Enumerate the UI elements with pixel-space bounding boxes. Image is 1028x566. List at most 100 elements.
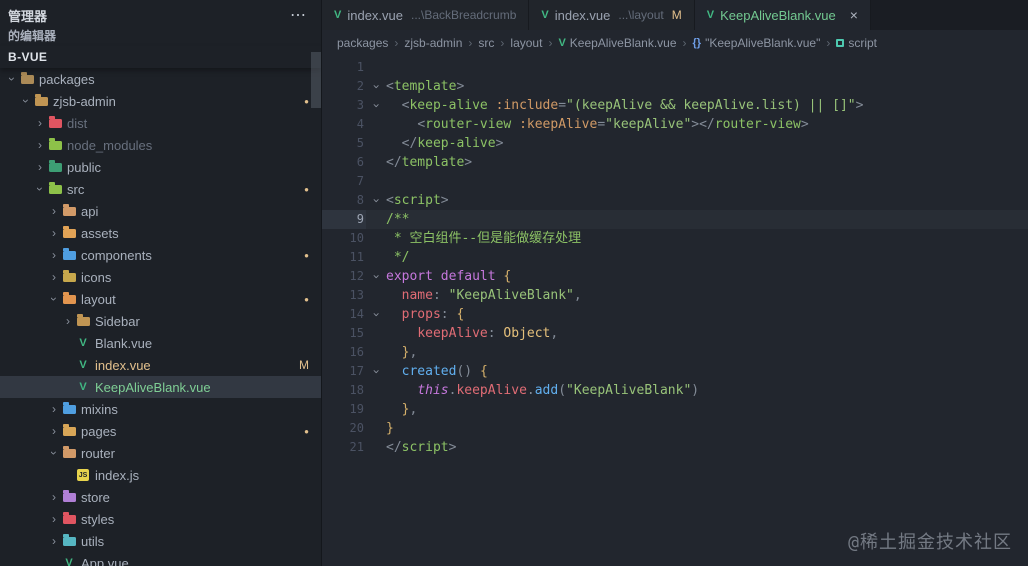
tree-item-pages[interactable]: › pages ●: [0, 420, 321, 442]
folder-shape: [48, 137, 62, 150]
tab-description: ...\BackBreadcrumb: [411, 8, 517, 22]
code-line-10[interactable]: 10 * 空白组件--但是能做缓存处理: [322, 229, 1028, 248]
tree-item-Sidebar[interactable]: › Sidebar: [0, 310, 321, 332]
folder-icon: [60, 200, 78, 222]
tree-item-components[interactable]: › components ●: [0, 244, 321, 266]
folder-icon: [60, 244, 78, 266]
code-line-6[interactable]: 6 </template>: [322, 153, 1028, 172]
tree-item-utils[interactable]: › utils: [0, 530, 321, 552]
tree-item-label: assets: [81, 225, 119, 241]
tree-item-Blank.vue[interactable]: V Blank.vue: [0, 332, 321, 354]
breadcrumb-label: zjsb-admin: [404, 36, 463, 50]
code-line-12[interactable]: 12 › export default {: [322, 267, 1028, 286]
editor[interactable]: 1 2 › <template> 3 › <keep-alive :include="(k…: [322, 56, 1028, 566]
fold-chevron-icon[interactable]: ›: [366, 191, 386, 210]
fold-chevron-icon[interactable]: ›: [366, 362, 386, 381]
breadcrumb-item[interactable]: zjsb-admin: [404, 36, 462, 50]
code-line-7[interactable]: 7: [322, 172, 1028, 191]
tree-item-packages[interactable]: › packages: [0, 68, 321, 90]
code-line-5[interactable]: 5 </keep-alive>: [322, 134, 1028, 153]
tree-item-router[interactable]: › router: [0, 442, 321, 464]
tree-item-mixins[interactable]: › mixins: [0, 398, 321, 420]
open-editors-section[interactable]: 的编辑器: [0, 26, 321, 46]
code-line-8[interactable]: 8 › <script>: [322, 191, 1028, 210]
line-number: 17: [349, 364, 364, 378]
code-line-21[interactable]: 21 </script>: [322, 438, 1028, 457]
tree-item-styles[interactable]: › styles: [0, 508, 321, 530]
breadcrumb-separator-icon: ›: [682, 36, 687, 50]
fold-chevron-icon[interactable]: ›: [366, 305, 386, 324]
vue-icon: V: [706, 9, 715, 21]
tree-item-icons[interactable]: › icons: [0, 266, 321, 288]
tab-index.vue[interactable]: Vindex.vue ...\BackBreadcrumb: [322, 0, 530, 30]
code-line-20[interactable]: 20}: [322, 419, 1028, 438]
line-number: 9: [322, 210, 366, 229]
tree-item-store[interactable]: › store: [0, 486, 321, 508]
line-number: 11: [349, 250, 364, 264]
tree-item-api[interactable]: › api: [0, 200, 321, 222]
tree-item-label: index.js: [95, 467, 140, 483]
breadcrumb-item[interactable]: packages: [337, 36, 388, 50]
code-text: <template>: [386, 79, 465, 94]
chevron-down-icon: ›: [47, 451, 61, 455]
folder-icon: [46, 156, 64, 178]
folder-shape: [62, 225, 76, 238]
vue-icon: V: [334, 9, 342, 21]
tree-item-assets[interactable]: › assets: [0, 222, 321, 244]
modified-dot-badge: ●: [304, 96, 309, 106]
breadcrumb-item[interactable]: script: [836, 36, 877, 50]
code-line-11[interactable]: 11 */: [322, 248, 1028, 267]
code-line-19[interactable]: 19 },: [322, 400, 1028, 419]
close-icon[interactable]: ×: [850, 7, 858, 23]
breadcrumb-item[interactable]: V KeepAliveBlank.vue: [558, 36, 676, 50]
code-line-4[interactable]: 4 <router-view :keepAlive="keepAlive"></…: [322, 115, 1028, 134]
chevron-right-icon: ›: [52, 226, 56, 240]
code-line-13[interactable]: 13 name: "KeepAliveBlank",: [322, 286, 1028, 305]
tree-item-layout[interactable]: › layout ●: [0, 288, 321, 310]
tree-item-App.vue[interactable]: V App.vue: [0, 552, 321, 566]
fold-chevron-icon[interactable]: ›: [366, 267, 386, 286]
braces-icon: {}: [692, 37, 702, 49]
more-actions-icon[interactable]: ⋯: [290, 5, 307, 25]
code-line-3[interactable]: 3 › <keep-alive :include="(keepAlive && k…: [322, 96, 1028, 115]
breadcrumb-item[interactable]: layout: [510, 36, 542, 50]
tree-item-label: node_modules: [67, 137, 153, 153]
tree-item-label: index.vue: [95, 357, 151, 373]
workspace-section-header[interactable]: B-VUE: [0, 46, 321, 68]
fold-chevron-icon[interactable]: ›: [366, 77, 386, 96]
fold-chevron-icon[interactable]: ›: [366, 96, 386, 115]
tab-KeepAliveBlank.vue[interactable]: V KeepAliveBlank.vue ×: [694, 0, 871, 30]
code-text: keepAlive: Object,: [417, 326, 559, 341]
tree-item-zjsb-admin[interactable]: › zjsb-admin ●: [0, 90, 321, 112]
code-line-17[interactable]: 17 › created() {: [322, 362, 1028, 381]
chevron-right-icon: ›: [52, 512, 56, 526]
symbol-module-icon: [836, 39, 845, 47]
code-line-14[interactable]: 14 › props: {: [322, 305, 1028, 324]
code-line-2[interactable]: 2 › <template>: [322, 77, 1028, 96]
code-line-16[interactable]: 16 },: [322, 343, 1028, 362]
tree-item-index.vue[interactable]: Vindex.vue M: [0, 354, 321, 376]
tree-item-node_modules[interactable]: › node_modules: [0, 134, 321, 156]
tree-item-label: utils: [81, 533, 105, 549]
code-line-18[interactable]: 18 this.keepAlive.add("KeepAliveBlank"): [322, 381, 1028, 400]
folder-icon: [60, 508, 78, 530]
tree-item-index.js[interactable]: JS index.js: [0, 464, 321, 486]
tree-item-KeepAliveBlank.vue[interactable]: V KeepAliveBlank.vue: [0, 376, 321, 398]
line-number: 19: [349, 402, 364, 416]
breadcrumb-item[interactable]: {} "KeepAliveBlank.vue": [693, 36, 821, 50]
breadcrumb-item[interactable]: src: [478, 36, 494, 50]
tree-item-src[interactable]: › src ●: [0, 178, 321, 200]
folder-shape: [62, 203, 76, 216]
code-line-9[interactable]: 9 /**: [322, 210, 1028, 229]
folder-shape: [62, 401, 76, 414]
tab-index.vue[interactable]: Vindex.vue ...\layout M: [529, 0, 695, 30]
file-tree: › packages › zjsb-admin ● › dist › node_modules ›…: [0, 68, 321, 566]
tree-item-public[interactable]: › public: [0, 156, 321, 178]
tree-item-dist[interactable]: › dist: [0, 112, 321, 134]
sidebar-scrollbar[interactable]: [311, 52, 321, 108]
code-line-1[interactable]: 1: [322, 58, 1028, 77]
code-line-15[interactable]: 15 keepAlive: Object,: [322, 324, 1028, 343]
